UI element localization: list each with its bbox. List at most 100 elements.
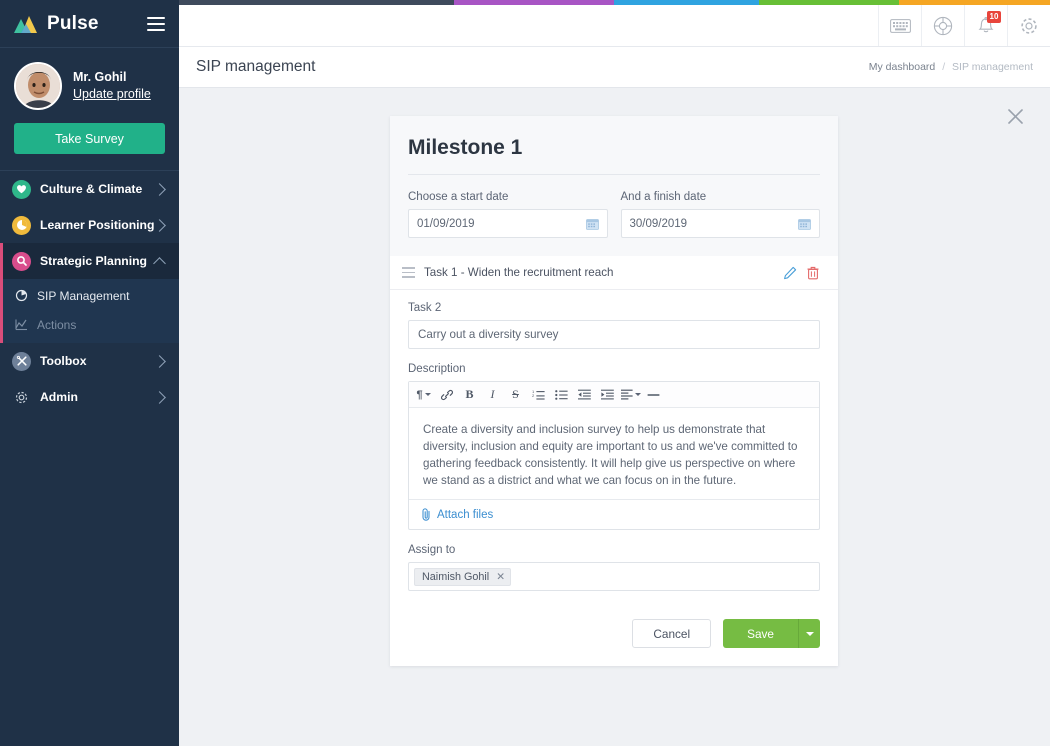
milestone-dates: Choose a start date 01/09/2019 And a fin… — [390, 175, 838, 238]
editor-footer: Attach files — [409, 499, 819, 529]
sidebar-item-culture-climate[interactable]: Culture & Climate — [0, 171, 179, 207]
sidebar-item-label: Strategic Planning — [40, 254, 147, 268]
indent-icon[interactable] — [596, 384, 619, 406]
link-icon[interactable] — [435, 384, 458, 406]
table-row[interactable]: Task 1 - Widen the recruitment reach — [390, 256, 838, 290]
top-toolbar: 10 — [179, 5, 1050, 47]
italic-icon[interactable]: I — [481, 384, 504, 406]
take-survey-button[interactable]: Take Survey — [14, 123, 165, 154]
hamburger-icon[interactable] — [147, 16, 165, 31]
form-actions: Cancel Save — [390, 607, 838, 666]
assignee-name: Naimish Gohil — [422, 570, 490, 583]
app-root: Pulse Mr. Gohil Update profile Take Surv… — [0, 0, 1050, 746]
sidebar-item-admin[interactable]: Admin — [0, 379, 179, 415]
align-dropdown[interactable] — [619, 384, 642, 406]
update-profile-link[interactable]: Update profile — [73, 86, 151, 102]
calendar-icon[interactable] — [585, 218, 599, 230]
calendar-icon[interactable] — [798, 218, 811, 230]
brand-name: Pulse — [47, 12, 99, 34]
bold-icon[interactable]: B — [458, 384, 481, 406]
page-title: SIP management — [196, 58, 316, 75]
breadcrumb-current: SIP management — [952, 61, 1033, 73]
sidebar-subitem-label: SIP Management — [37, 288, 130, 303]
sidebar-item-label: Culture & Climate — [40, 182, 143, 196]
start-date-input[interactable]: 01/09/2019 — [408, 209, 608, 238]
save-dropdown-button[interactable] — [798, 619, 820, 648]
sidebar-item-strategic-planning[interactable]: Strategic Planning — [0, 243, 179, 279]
finish-date-value: 30/09/2019 — [629, 217, 688, 230]
task-input-value: Carry out a diversity survey — [418, 328, 559, 341]
attach-files-link[interactable]: Attach files — [437, 509, 493, 521]
sidebar-item-actions[interactable]: Actions — [3, 310, 179, 339]
sidebar-subitem-label: Actions — [37, 317, 77, 332]
sidebar-item-toolbox[interactable]: Toolbox — [0, 343, 179, 379]
pencil-icon[interactable] — [783, 266, 797, 280]
bell-icon[interactable]: 10 — [964, 5, 1007, 46]
sidebar-item-label: Learner Positioning — [40, 218, 155, 232]
chip-remove-icon[interactable]: ✕ — [496, 571, 505, 583]
content-area: Milestone 1 Choose a start date 01/09/20… — [179, 88, 1050, 746]
horizontal-rule-icon[interactable] — [642, 384, 665, 406]
assignee-chip[interactable]: Naimish Gohil ✕ — [414, 567, 512, 586]
description-label: Description — [408, 363, 466, 375]
pie-circle-icon — [12, 215, 31, 235]
svg-text:2: 2 — [532, 393, 535, 398]
sidebar-subnav-strategic-planning: SIP Management Actions — [0, 279, 179, 343]
strikethrough-icon[interactable]: S — [504, 384, 527, 406]
description-text[interactable]: Create a diversity and inclusion survey … — [409, 408, 819, 499]
milestone-panel: Milestone 1 Choose a start date 01/09/20… — [390, 116, 838, 666]
chevron-right-icon — [153, 354, 166, 368]
task-edit-card: Task 2 Carry out a diversity survey Desc… — [390, 290, 838, 607]
main-area: 10 SIP management My dashboard / SIP man… — [179, 0, 1050, 746]
ordered-list-icon[interactable]: 1 2 — [527, 384, 550, 406]
paragraph-format-dropdown[interactable]: ¶ — [412, 384, 435, 406]
sidebar-item-label: Toolbox — [40, 354, 87, 368]
sidebar-item-sip-management[interactable]: SIP Management — [3, 281, 179, 310]
breadcrumb: My dashboard / SIP management — [869, 61, 1033, 73]
finish-date-group: And a finish date 30/09/2019 — [620, 191, 820, 238]
sidebar-nav: Culture & Climate Learner Positioning St… — [0, 170, 179, 415]
assign-to-input[interactable]: Naimish Gohil ✕ — [408, 562, 820, 591]
start-date-group: Choose a start date 01/09/2019 — [408, 191, 608, 238]
sidebar-item-learner-positioning[interactable]: Learner Positioning — [0, 207, 179, 243]
strip-segment-3 — [614, 0, 759, 5]
start-date-label: Choose a start date — [408, 191, 509, 203]
cancel-button[interactable]: Cancel — [632, 619, 712, 648]
notification-badge: 10 — [987, 11, 1001, 23]
avatar[interactable] — [14, 62, 62, 110]
unordered-list-icon[interactable] — [550, 384, 573, 406]
sidebar-item-label: Admin — [40, 390, 78, 404]
gear-icon — [12, 388, 31, 407]
strip-segment-2 — [454, 0, 614, 5]
task-name: Task 1 - Widen the recruitment reach — [424, 266, 614, 279]
outdent-icon[interactable] — [573, 384, 596, 406]
start-date-value: 01/09/2019 — [417, 217, 475, 230]
tools-circle-icon — [12, 351, 31, 371]
finish-date-input[interactable]: 30/09/2019 — [620, 209, 820, 238]
chevron-up-icon — [153, 256, 166, 270]
close-icon[interactable] — [1007, 108, 1025, 126]
bar-chart-icon — [15, 318, 29, 332]
task-list: Task 1 - Widen the recruitment reach — [390, 256, 838, 290]
mountains-logo — [14, 15, 40, 33]
settings-gear-icon[interactable] — [1007, 5, 1050, 46]
task-input[interactable]: Carry out a diversity survey — [408, 320, 820, 349]
assign-to-label: Assign to — [408, 544, 456, 556]
breadcrumb-parent[interactable]: My dashboard — [869, 61, 936, 73]
profile-block: Mr. Gohil Update profile Take Survey — [0, 47, 179, 170]
task-label: Task 2 — [408, 302, 442, 314]
page-header: SIP management My dashboard / SIP manage… — [179, 47, 1050, 88]
sidebar: Pulse Mr. Gohil Update profile Take Surv… — [0, 0, 179, 746]
finish-date-label: And a finish date — [620, 191, 707, 203]
pie-chart-icon — [15, 289, 29, 303]
save-button-group: Save — [723, 619, 820, 648]
keyboard-icon[interactable] — [878, 5, 921, 46]
brand-header: Pulse — [0, 0, 179, 47]
trash-icon[interactable] — [807, 266, 821, 280]
drag-handle-icon[interactable] — [402, 267, 415, 278]
milestone-title: Milestone 1 — [408, 116, 820, 175]
lifebuoy-icon[interactable] — [921, 5, 964, 46]
chevron-right-icon — [153, 182, 166, 196]
save-button[interactable]: Save — [723, 619, 798, 648]
search-circle-icon — [12, 251, 31, 271]
